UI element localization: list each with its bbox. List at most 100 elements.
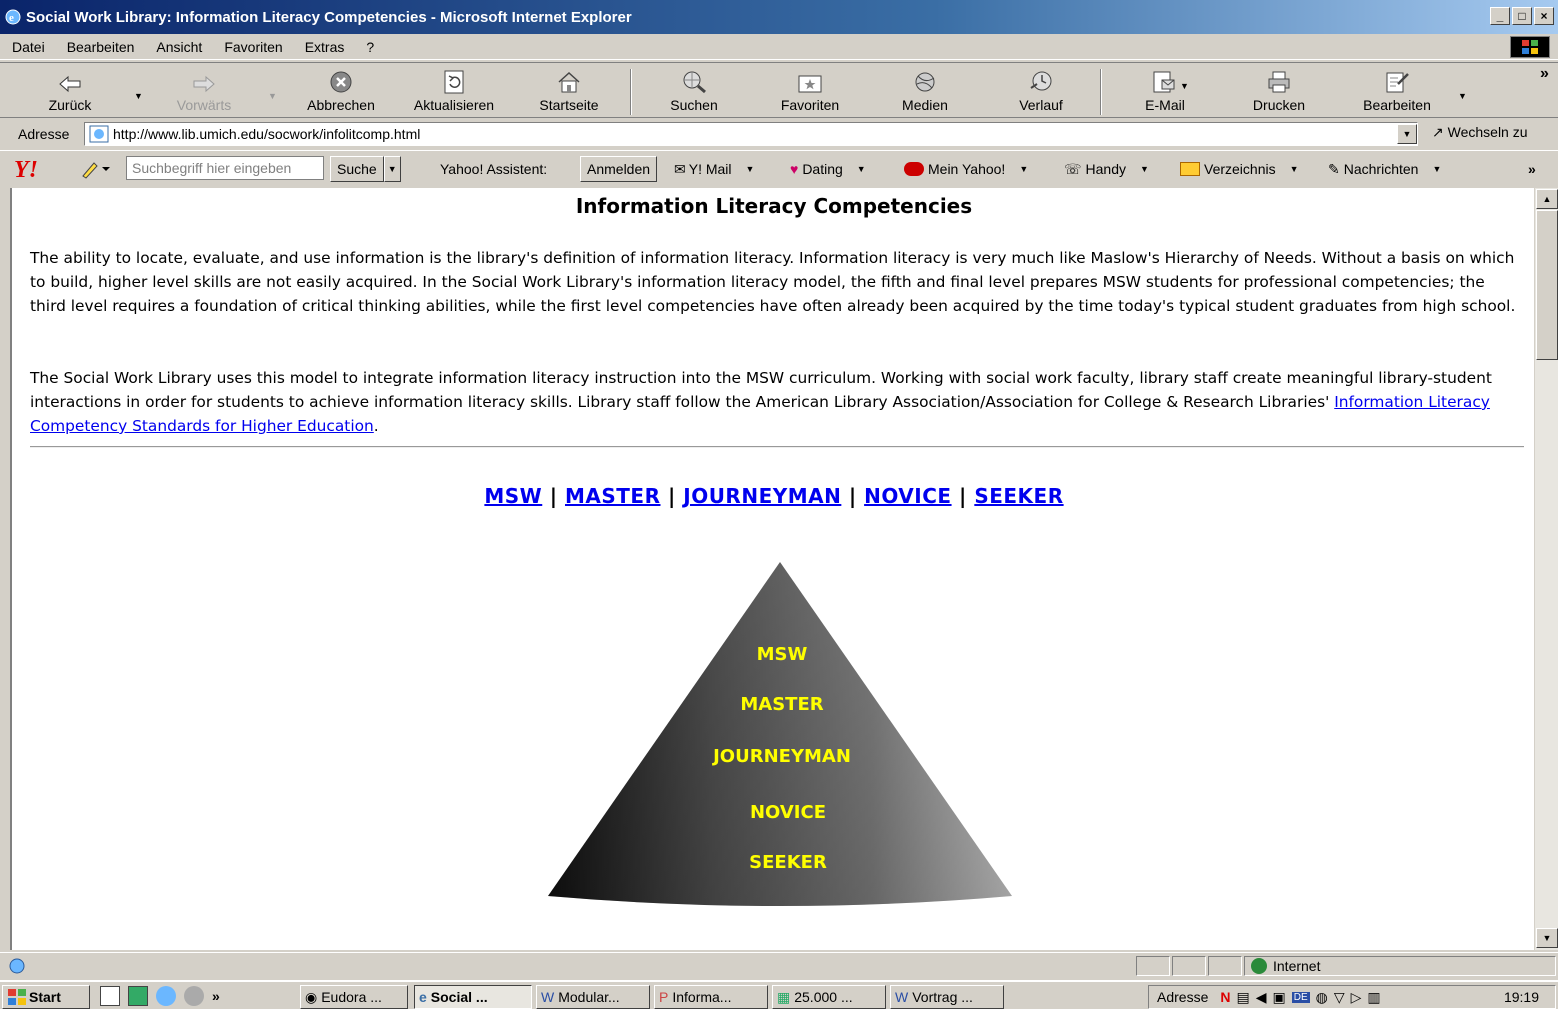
task-word-icon: W	[541, 989, 555, 1005]
task-button[interactable]: P Informa...	[654, 985, 768, 1009]
menu-tools[interactable]: Extras	[293, 39, 355, 55]
minimize-button[interactable]: _	[1490, 7, 1510, 25]
tray-app-icon[interactable]: ▣	[1273, 989, 1286, 1006]
ie-logo-icon: e	[5, 9, 21, 25]
yahoo-overflow-icon[interactable]: »	[1528, 156, 1536, 182]
level-link-journeyman[interactable]: JOURNEYMAN	[683, 484, 841, 508]
mail-dropdown-icon[interactable]: ▼	[1180, 81, 1189, 91]
quick-launch: »	[100, 986, 220, 1006]
quicklaunch-media-icon[interactable]	[184, 986, 204, 1006]
stop-icon	[330, 71, 352, 93]
yahoo-news-button[interactable]: ✎ Nachrichten ▼	[1328, 156, 1441, 182]
tray-app-icon[interactable]: ▥	[1367, 989, 1380, 1006]
refresh-button[interactable]: Aktualisieren	[404, 65, 504, 117]
pyramid-label-msw: MSW	[757, 644, 808, 665]
address-label: Adresse	[18, 126, 70, 142]
yahoo-search-button[interactable]: Suche	[330, 156, 384, 182]
address-dropdown-icon[interactable]: ▼	[1397, 124, 1417, 144]
scroll-up-icon[interactable]: ▲	[1536, 189, 1558, 209]
scroll-thumb[interactable]	[1536, 210, 1558, 360]
tray-language-icon[interactable]: DE	[1291, 991, 1310, 1003]
system-tray: Adresse N ▤ ◀ ▣ DE ◍ ▽ ▷ ▥ 19:19	[1148, 985, 1556, 1009]
level-link-seeker[interactable]: SEEKER	[974, 484, 1063, 508]
favorites-button[interactable]: Favoriten	[768, 65, 852, 117]
status-cell	[1136, 956, 1170, 976]
back-dropdown-icon[interactable]: ▼	[134, 91, 143, 101]
print-button[interactable]: Drucken	[1244, 65, 1314, 117]
directory-icon	[1180, 162, 1200, 176]
tray-app-icon[interactable]: ◍	[1316, 989, 1328, 1006]
tray-app-icon[interactable]: ▷	[1351, 989, 1362, 1006]
pencil-icon[interactable]	[80, 156, 110, 182]
history-icon	[1030, 71, 1052, 91]
tray-app-icon[interactable]: N	[1220, 989, 1230, 1005]
menu-view[interactable]: Ansicht	[144, 39, 212, 55]
stop-button[interactable]: Abbrechen	[296, 65, 386, 117]
yahoo-logo-icon[interactable]: Y!	[14, 156, 58, 182]
yahoo-myyahoo-button[interactable]: Mein Yahoo! ▼	[904, 156, 1028, 182]
quicklaunch-app-icon[interactable]	[100, 986, 120, 1006]
forward-button[interactable]: Vorwärts	[168, 65, 240, 117]
nav-separator: |	[549, 484, 558, 508]
maximize-button[interactable]: □	[1512, 7, 1532, 25]
level-navigation: MSW | MASTER | JOURNEYMAN | NOVICE | SEE…	[12, 484, 1534, 508]
level-link-novice[interactable]: NOVICE	[864, 484, 951, 508]
close-button[interactable]: ×	[1534, 7, 1554, 25]
go-arrow-icon: ↗	[1432, 124, 1444, 140]
search-button[interactable]: Suchen	[660, 65, 728, 117]
toolbar-separator	[630, 69, 632, 115]
yahoo-toolbar: Y! Suchbegriff hier eingeben Suche ▼ Yah…	[0, 150, 1558, 186]
history-button[interactable]: Verlauf	[1008, 65, 1074, 117]
competency-pyramid[interactable]: MSW MASTER JOURNEYMAN NOVICE SEEKER	[548, 560, 1018, 920]
level-link-master[interactable]: MASTER	[565, 484, 661, 508]
phone-icon: ☏	[1064, 160, 1082, 177]
window-titlebar[interactable]: e Social Work Library: Information Liter…	[0, 0, 1558, 34]
media-button[interactable]: Medien	[890, 65, 960, 117]
yahoo-mail-button[interactable]: ✉ Y! Mail ▼	[674, 156, 754, 182]
yahoo-mobile-button[interactable]: ☏ Handy ▼	[1064, 156, 1149, 182]
clock: 19:19	[1503, 989, 1539, 1005]
task-button[interactable]: ◉ Eudora ...	[300, 985, 408, 1009]
quicklaunch-app-icon[interactable]	[128, 986, 148, 1006]
tray-address-label: Adresse	[1157, 989, 1209, 1005]
forward-dropdown-icon[interactable]: ▼	[268, 91, 277, 101]
edit-dropdown-icon[interactable]: ▼	[1458, 91, 1467, 101]
toolbar-overflow-icon[interactable]: »	[1540, 65, 1549, 83]
task-app-icon: ◉	[305, 988, 318, 1005]
task-ie-icon: e	[419, 989, 427, 1005]
back-button[interactable]: Zurück	[40, 65, 100, 117]
yahoo-search-input[interactable]: Suchbegriff hier eingeben	[126, 156, 324, 180]
vertical-scrollbar[interactable]: ▲ ▼	[1534, 188, 1558, 950]
yahoo-search-dropdown-icon[interactable]: ▼	[383, 156, 401, 182]
status-cell	[1208, 956, 1242, 976]
mail-button[interactable]: E-Mail	[1130, 65, 1200, 117]
menu-file[interactable]: Datei	[0, 39, 55, 55]
home-button[interactable]: Startseite	[526, 65, 612, 117]
address-input[interactable]: http://www.lib.umich.edu/socwork/infolit…	[84, 122, 1418, 146]
task-button[interactable]: W Modular...	[536, 985, 650, 1009]
yahoo-signin-button[interactable]: Anmelden	[580, 156, 658, 182]
pyramid-label-journeyman: JOURNEYMAN	[711, 746, 851, 767]
task-button[interactable]: W Vortrag ...	[890, 985, 1004, 1009]
yahoo-assistant-label: Yahoo! Assistent:	[440, 161, 548, 177]
dropdown-icon: ▼	[745, 164, 755, 174]
quicklaunch-ie-icon[interactable]	[156, 986, 176, 1006]
menu-help[interactable]: ?	[354, 39, 384, 55]
menu-edit[interactable]: Bearbeiten	[55, 39, 145, 55]
tray-app-icon[interactable]: ▽	[1334, 989, 1345, 1006]
tray-network-icon[interactable]: ▤	[1236, 989, 1249, 1006]
yahoo-dating-button[interactable]: ♥ Dating ▼	[790, 156, 866, 182]
edit-button[interactable]: Bearbeiten	[1352, 65, 1442, 117]
task-button[interactable]: ▦ 25.000 ...	[772, 985, 886, 1009]
dropdown-icon: ▼	[856, 164, 866, 174]
go-button[interactable]: ↗ Wechseln zu	[1432, 124, 1528, 141]
quicklaunch-overflow-icon[interactable]: »	[212, 988, 220, 1004]
menu-favorites[interactable]: Favoriten	[212, 39, 292, 55]
level-link-msw[interactable]: MSW	[484, 484, 542, 508]
start-button[interactable]: Start	[2, 985, 90, 1009]
task-button-active[interactable]: e Social ...	[414, 985, 532, 1009]
tray-volume-icon[interactable]: ◀	[1256, 989, 1267, 1006]
taskbar: Start » ◉ Eudora ... e Social ... W Modular…	[0, 980, 1558, 1009]
scroll-down-icon[interactable]: ▼	[1536, 928, 1558, 948]
yahoo-directory-button[interactable]: Verzeichnis ▼	[1180, 156, 1299, 182]
